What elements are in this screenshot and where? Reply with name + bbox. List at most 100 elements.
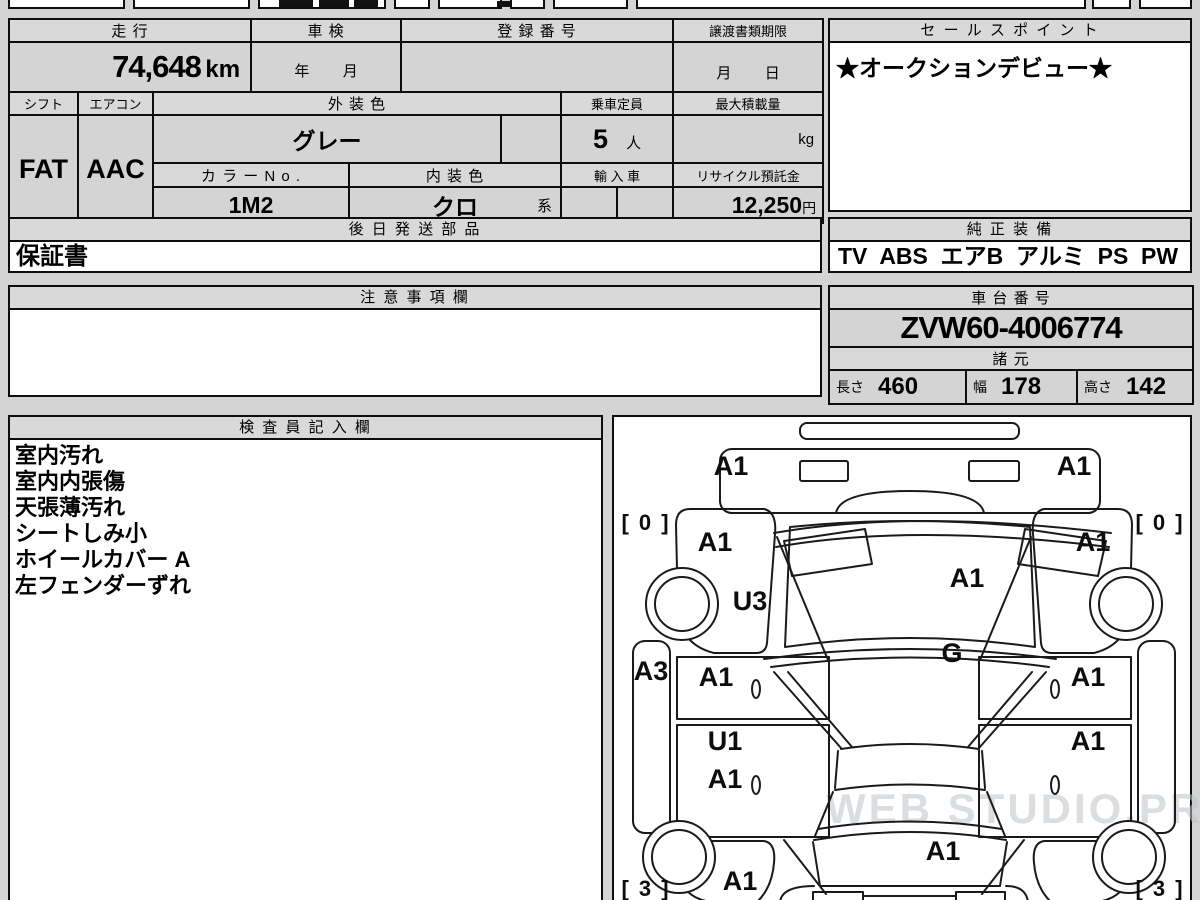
spec-height-cell: 高さ 142 (1076, 369, 1194, 405)
damage-code-fender-front-left: A1 (698, 527, 733, 557)
cowl-line-2 (770, 656, 1050, 668)
damage-code-rear-gate: A1 (926, 836, 961, 866)
rear-bumper-wing-left (779, 885, 815, 900)
exterior-color-value: グレー (151, 114, 503, 164)
auction-sheet: 走 行 車 検 登 録 番 号 譲渡書類期限 74,648 km 年 月 月 日… (0, 0, 1200, 900)
inspector-note: ホイールカバー A (15, 547, 191, 572)
rear-bumper-detail-left (812, 891, 864, 900)
damage-code-hood: A1 (950, 563, 985, 593)
capacity-header: 乗車定員 (560, 91, 675, 116)
damage-code-pillar-front-left: U3 (733, 586, 768, 616)
mileage-header: 走 行 (7, 18, 253, 43)
inspector-note: 天張薄汚れ (15, 495, 126, 520)
damage-code-front-bumper-left: A1 (714, 451, 749, 481)
inspector-note: シートしみ小 (15, 521, 148, 546)
rear-window-line-1 (817, 820, 1003, 830)
spec-height-value: 142 (1126, 373, 1167, 400)
inspector-notes-body: 室内汚れ 室内内張傷 天張薄汚れ シートしみ小 ホイールカバー A 左フェンダー… (10, 440, 601, 602)
shift-header: シフト (8, 91, 79, 116)
vehicle-spec-table: 走 行 車 検 登 録 番 号 譲渡書類期限 74,648 km 年 月 月 日… (7, 18, 825, 224)
tire-depth-rear-right: [ 3 ] (1135, 876, 1184, 900)
sales-point-box: セ ー ル ス ポ イ ン ト ★オークションデビュー★ (828, 18, 1192, 212)
wheel-front-left (645, 567, 719, 641)
sales-point-header: セ ー ル ス ポ イ ン ト (830, 20, 1190, 43)
front-bumper-lip (835, 490, 985, 514)
door-rear-right (978, 724, 1132, 838)
tire-depth-front-right: [ 0 ] (1135, 510, 1184, 535)
aircon-value: AAC (77, 114, 154, 224)
tire-depth-front-left: [ 0 ] (621, 510, 670, 535)
wheel-front-right (1089, 567, 1163, 641)
cutoff-text-fragment (497, 1, 510, 7)
top-row-cell-fragment (510, 0, 545, 9)
spec-length-value: 460 (878, 373, 919, 400)
inspector-notes-header: 検 査 員 記 入 欄 (10, 417, 601, 440)
rear-bumper-detail-right (955, 891, 1006, 900)
mileage-number: 74,648 (112, 49, 202, 84)
grille-line-2 (775, 534, 1110, 548)
max-load-header: 最大積載量 (672, 91, 825, 116)
door-handle-front-right (1050, 679, 1060, 699)
caution-value (10, 310, 820, 395)
spec-length-label: 長さ (836, 379, 864, 395)
rocker-panel-right (1137, 640, 1176, 834)
registration-value (400, 41, 675, 93)
interior-color-suffix: 系 (537, 198, 553, 215)
roof-side-right (981, 750, 986, 789)
door-handle-rear-right (1050, 775, 1060, 795)
a-pillar-left-inner (787, 671, 853, 748)
cutoff-text-fragment (279, 0, 313, 7)
fender-fold-right (979, 536, 1032, 661)
grille-line-1 (773, 520, 1112, 534)
top-row-cell-fragment (636, 0, 1086, 9)
spec-width-label: 幅 (973, 379, 987, 395)
top-row-cell-fragment (553, 0, 628, 9)
inspector-note: 室内内張傷 (15, 469, 126, 494)
equipment-header: 純 正 装 備 (830, 219, 1190, 242)
capacity-unit: 人 (626, 134, 642, 152)
damage-code-fender-rear-left: A1 (723, 866, 758, 896)
spec-height-label: 高さ (1084, 379, 1112, 395)
mileage-value: 74,648 km (7, 41, 253, 93)
inspector-note: 室内汚れ (15, 443, 104, 468)
roof-rear-edge (834, 783, 986, 791)
roof-strip (799, 422, 1020, 440)
top-row-cell-fragment (1139, 0, 1192, 9)
shaken-header: 車 検 (250, 18, 403, 43)
shift-value: FAT (8, 114, 79, 224)
capacity-value: 5人 (560, 114, 675, 164)
specs-header: 諸 元 (828, 346, 1194, 371)
spec-width-value: 178 (1001, 373, 1042, 400)
damage-diagram-box: WEB STUDIO.PRO A1 A1 [0] [0] A1 A1 A… (612, 415, 1200, 900)
chassis-header: 車 台 番 号 (828, 285, 1194, 310)
inspector-notes-box: 検 査 員 記 入 欄 室内汚れ 室内内張傷 天張薄汚れ シートしみ小 ホイール… (8, 415, 603, 900)
caution-box: 注 意 事 項 欄 (8, 285, 822, 397)
a-pillar-right (978, 671, 1047, 749)
rear-bumper-wing-right (1005, 885, 1029, 900)
car-outline-diagram: A1 A1 [ 0 ] [ 0 ] A1 A1 A1 U3 A3 A1 G A1… (621, 422, 1184, 900)
max-load-value: kg (672, 114, 825, 164)
exterior-color-header: 外 装 色 (151, 91, 563, 116)
registration-header: 登 録 番 号 (400, 18, 675, 43)
door-handle-front-left (751, 679, 761, 699)
damage-code-door-front-right: A1 (1071, 662, 1106, 692)
damage-code-fender-front-right: A1 (1076, 527, 1111, 557)
top-row-cell-fragment (1092, 0, 1131, 9)
windshield-base (840, 743, 980, 750)
spec-width-cell: 幅 178 (965, 369, 1078, 405)
roof-side-left (834, 750, 839, 789)
damage-code-rocker-left: A3 (634, 656, 669, 686)
cutoff-text-fragment (319, 0, 349, 7)
equipment-box: 純 正 装 備 TV ABS エアB アルミ PS PW (828, 217, 1192, 273)
spec-length-cell: 長さ 460 (828, 369, 967, 405)
a-pillar-left (773, 671, 842, 749)
rear-window-line-2 (813, 831, 1007, 841)
transfer-deadline-value: 月 日 (672, 41, 825, 93)
top-row-cell-fragment (133, 0, 250, 9)
a-pillar-right-inner (967, 671, 1033, 748)
rear-fold-right (981, 839, 1025, 895)
front-bumper (719, 448, 1101, 514)
cutoff-text-fragment (354, 0, 378, 7)
damage-code-door-front-left: A1 (699, 662, 734, 692)
damage-code-door-rear-left-top: U1 (708, 726, 743, 756)
